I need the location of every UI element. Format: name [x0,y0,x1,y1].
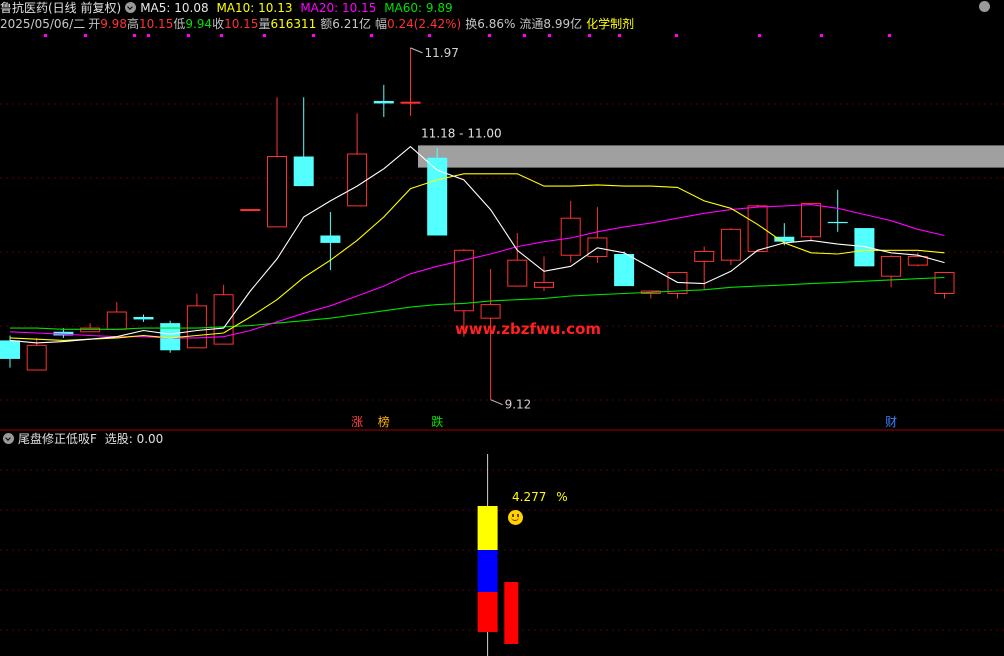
indicator-bar-segment [477,506,498,550]
top-marker-dot [220,34,223,37]
indicator-bars [477,454,519,656]
candle-body [26,344,47,371]
candle-body [694,251,715,262]
top-marker-dot [147,34,150,37]
candle-body [854,228,875,267]
top-marker-dot [187,34,190,37]
event-marker: 榜 [378,414,390,429]
moving-averages [9,145,945,344]
candle-body [160,323,181,351]
top-marker-dot [133,34,136,37]
watermark: www.zbzfwu.com [455,320,601,338]
resistance-zone-label: 11.18 - 11.00 [421,126,502,140]
low-price-label: 9.12 [505,398,532,412]
candle-body [320,235,341,243]
indicator-pct-unit: % [556,490,568,504]
top-marker-dot [675,34,678,37]
indicator-bar-segment [477,592,498,632]
candle-body [106,311,127,330]
candle-body [400,101,421,104]
candle-body [614,254,635,287]
top-marker-dot [370,34,373,37]
indicator-bar-segment [504,582,519,644]
high-price-label: 11.97 [425,46,459,60]
kline-chart[interactable]: 11.18 - 11.00 11.97 9.12 涨榜 跌 财 www.zbzfwu… [0,0,1004,656]
top-marker-dot [84,34,87,37]
smiley-face-icon [508,510,523,525]
indicator-header: 尾盘修正低吸F 选股: 0.00 [0,431,167,447]
top-marker-dot [263,34,266,37]
candles [0,47,955,400]
candle-body [507,259,528,287]
top-marker-dot [488,34,491,37]
candle-body [240,209,261,212]
indicator-bar-segment [477,550,498,592]
candle-body [534,281,554,288]
top-marker-dot [758,34,761,37]
indicator-title[interactable]: 尾盘修正低吸F [18,432,97,446]
top-marker-dot [312,34,315,37]
top-marker-dot [523,34,526,37]
candle-body [881,255,902,277]
ma5-line [9,145,945,344]
candle-body [186,305,207,349]
candle-body [453,249,474,312]
candle-body [0,340,20,359]
candle-body [293,156,314,187]
high-pointer-line [410,47,423,54]
candle-body [133,316,154,320]
candle-body [907,255,928,266]
resistance-zone [418,145,1004,168]
candle-body [934,272,955,295]
indicator-select-value: 选股: 0.00 [104,432,164,446]
indicator-pct-value: 4.277 [512,490,547,504]
candle-body [480,304,501,319]
event-marker: 跌 [431,414,443,429]
event-marker: 财 [885,415,897,429]
top-marker-dot [428,34,431,37]
indicator-dropdown-circle-icon[interactable] [3,433,14,444]
candle-body [373,100,394,104]
top-marker-dot [44,34,47,37]
event-markers: 涨榜 跌 财 [351,414,897,429]
candle-body [80,327,101,333]
top-marker-dot [588,34,591,37]
low-pointer-line [490,399,503,406]
candle-body [267,155,287,228]
indicator-pct: 4.277 % [512,490,568,504]
candle-body [347,153,368,207]
top-marker-dot [548,34,551,37]
top-marker-dot [820,34,823,37]
top-marker-dot [618,34,621,37]
candle-body [801,202,821,238]
candle-body [587,237,608,257]
candle-body [720,228,741,261]
event-marker: 涨 [351,414,363,429]
top-marker-dot [888,34,891,37]
candle-body [827,221,848,224]
